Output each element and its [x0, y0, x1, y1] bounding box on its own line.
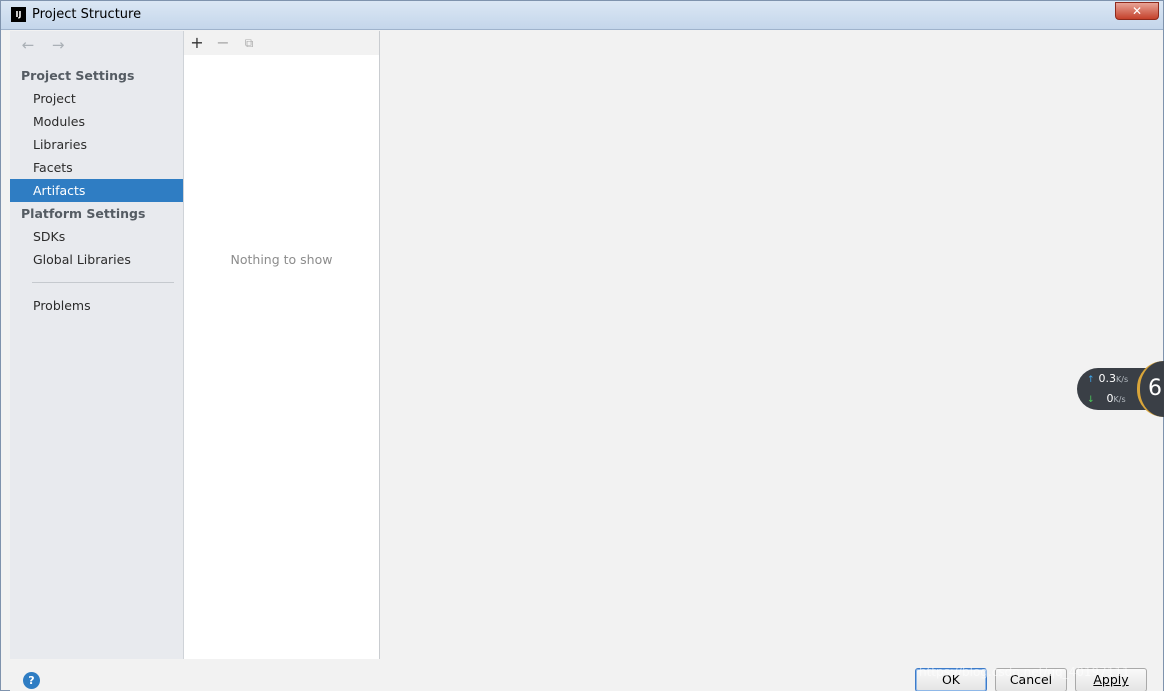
back-arrow-icon[interactable]: ←: [18, 36, 38, 54]
sidebar-item-problems[interactable]: Problems: [10, 294, 183, 317]
close-window-button[interactable]: ✕: [1115, 2, 1159, 20]
sidebar-divider: [32, 282, 174, 283]
sidebar-item-facets[interactable]: Facets: [10, 156, 183, 179]
upload-value: 0.3: [1098, 372, 1117, 385]
title-bar: IJ Project Structure ✕: [1, 1, 1163, 30]
sidebar-item-modules[interactable]: Modules: [10, 110, 183, 133]
download-speed: ↓ 0K/s: [1087, 392, 1126, 405]
history-navigation: ← →: [18, 36, 74, 56]
sidebar-item-artifacts[interactable]: Artifacts: [10, 179, 183, 202]
window-title: Project Structure: [32, 7, 142, 22]
platform-settings-header: Platform Settings: [21, 206, 146, 221]
intellij-app-icon: IJ: [11, 7, 26, 22]
download-unit: K/s: [1113, 395, 1126, 404]
sidebar-item-global-libraries[interactable]: Global Libraries: [10, 248, 183, 271]
sidebar-item-project[interactable]: Project: [10, 87, 183, 110]
remove-icon[interactable]: −: [212, 33, 234, 53]
copy-icon[interactable]: ⧉: [238, 33, 260, 53]
upload-arrow-icon: ↑: [1087, 375, 1095, 385]
forward-arrow-icon[interactable]: →: [48, 36, 68, 54]
project-settings-header: Project Settings: [21, 68, 135, 83]
upload-speed: ↑ 0.3K/s: [1087, 372, 1128, 385]
project-structure-dialog: IJ Project Structure ✕ ← → Project Setti…: [0, 0, 1164, 691]
artifacts-list-panel: + − ⧉ Nothing to show: [184, 31, 380, 659]
sidebar-item-sdks[interactable]: SDKs: [10, 225, 183, 248]
detail-panel: [381, 31, 1163, 659]
artifacts-toolbar: + − ⧉: [184, 31, 379, 55]
add-icon[interactable]: +: [186, 33, 208, 53]
watermark: https://blog.csdn.net/qq_40197111: [919, 665, 1130, 679]
download-value: 0: [1106, 392, 1114, 405]
upload-unit: K/s: [1116, 375, 1129, 384]
settings-sidebar: ← → Project Settings Project Modules Lib…: [10, 31, 184, 659]
sidebar-item-libraries[interactable]: Libraries: [10, 133, 183, 156]
download-arrow-icon: ↓: [1087, 395, 1095, 405]
help-icon[interactable]: ?: [23, 672, 40, 689]
empty-list-message: Nothing to show: [230, 252, 333, 267]
